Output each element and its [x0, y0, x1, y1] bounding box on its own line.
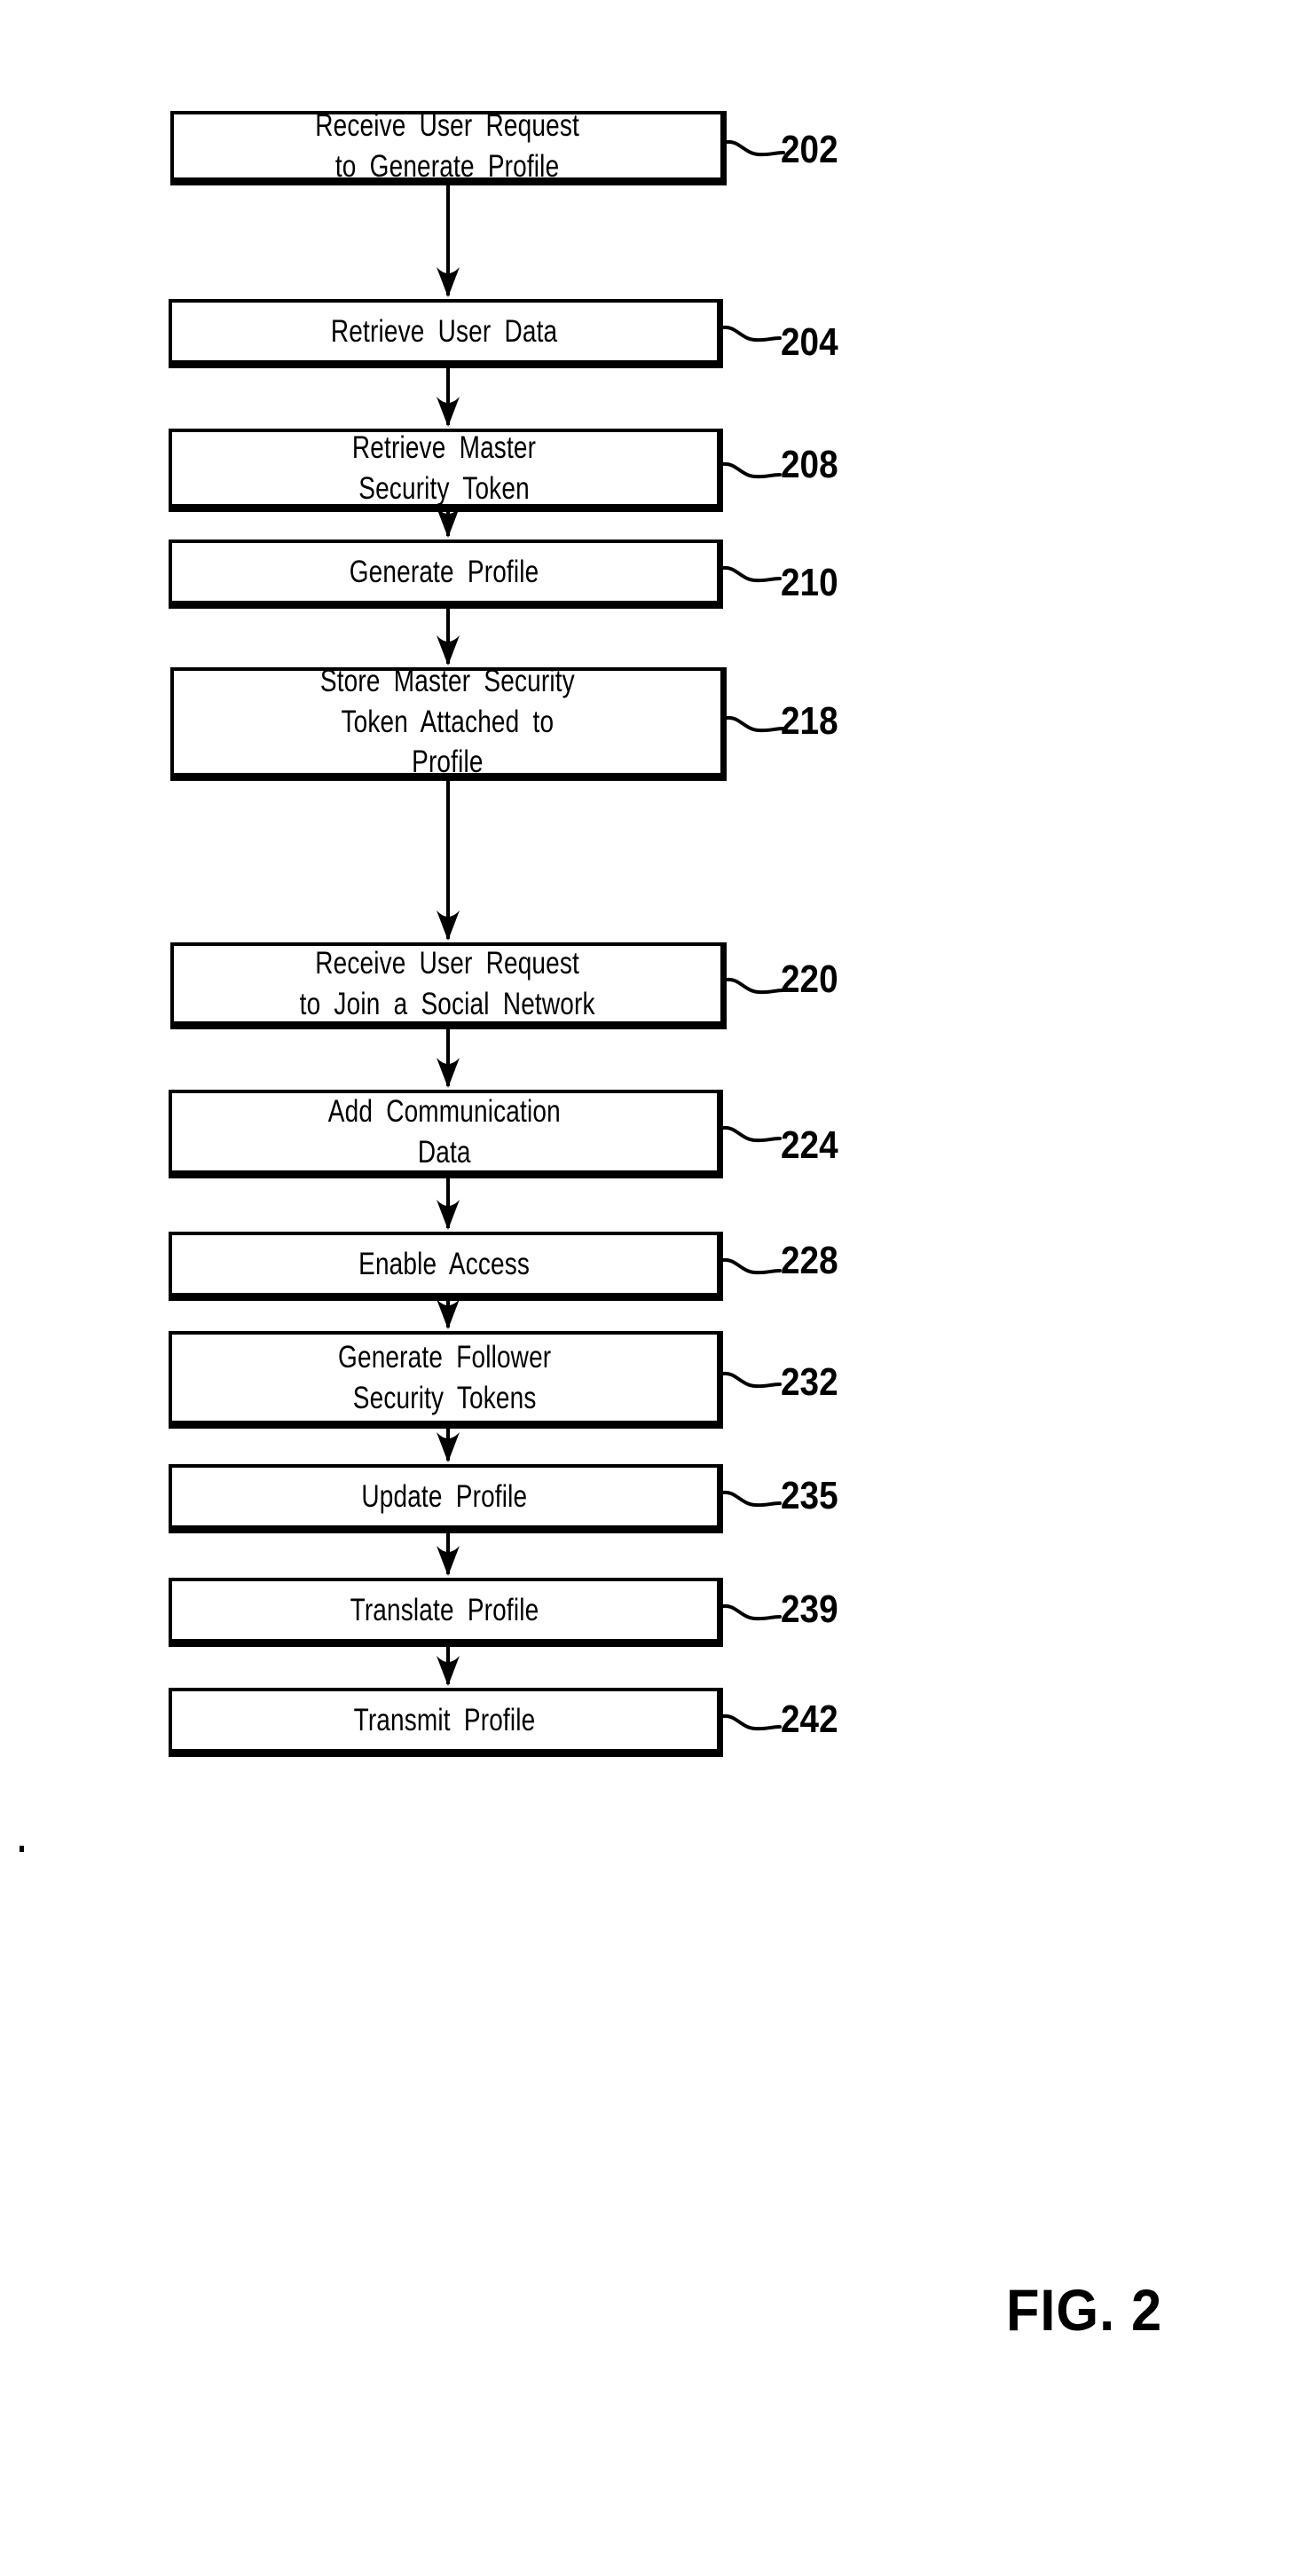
flow-arrow-220-to-224 [421, 1029, 475, 1090]
process-box-label: Receive User Request to Join a Social Ne… [299, 946, 595, 1021]
process-box-label: Store Master Security Token Attached to … [319, 664, 575, 780]
reference-numeral-228: 228 [781, 1239, 838, 1282]
process-box-label: Add Communication Data [327, 1094, 562, 1170]
flow-arrow-204-to-208 [421, 368, 475, 429]
process-box-202: Receive User Request to Generate Profile [170, 108, 727, 185]
reference-leader-232 [721, 1361, 783, 1398]
reference-leader-239 [721, 1594, 783, 1631]
flow-arrow-218-to-220 [421, 781, 475, 942]
process-box-235: Update Profile [169, 1464, 723, 1533]
process-box-label: Generate Follower Security Tokens [337, 1340, 552, 1415]
process-box-208: Retrieve Master Security Token [169, 429, 723, 512]
reference-numeral-242: 242 [781, 1698, 838, 1741]
process-box-210: Generate Profile [169, 540, 723, 609]
process-box-220: Receive User Request to Join a Social Ne… [170, 942, 727, 1029]
process-box-204: Retrieve User Data [169, 299, 723, 368]
process-box-label: Enable Access [358, 1246, 531, 1281]
flow-arrow-202-to-204 [421, 185, 475, 299]
process-box-228: Enable Access [169, 1232, 723, 1301]
process-box-239: Translate Profile [169, 1578, 723, 1647]
reference-leader-224 [721, 1115, 783, 1153]
process-box-label: Receive User Request to Generate Profile [315, 108, 579, 184]
reference-leader-235 [721, 1480, 783, 1517]
process-box-label: Translate Profile [350, 1592, 539, 1627]
reference-numeral-235: 235 [781, 1474, 838, 1517]
process-box-224: Add Communication Data [169, 1090, 723, 1178]
reference-leader-204 [721, 315, 783, 352]
reference-numeral-239: 239 [781, 1587, 838, 1631]
flow-arrow-210-to-218 [421, 609, 475, 667]
process-box-232: Generate Follower Security Tokens [169, 1331, 723, 1429]
process-box-label: Retrieve Master Security Token [352, 430, 537, 506]
reference-numeral-220: 220 [781, 957, 838, 1001]
scan-artifact-speck [20, 1846, 24, 1852]
reference-numeral-218: 218 [781, 699, 838, 743]
reference-numeral-204: 204 [781, 320, 838, 364]
process-box-label: Transmit Profile [353, 1702, 536, 1737]
reference-numeral-208: 208 [781, 443, 838, 486]
process-box-label: Update Profile [361, 1478, 528, 1514]
process-box-label: Retrieve User Data [331, 313, 558, 349]
reference-leader-228 [721, 1248, 783, 1285]
flow-arrow-232-to-235 [421, 1429, 475, 1464]
process-box-label: Generate Profile [350, 554, 539, 589]
figure-page: Receive User Request to Generate Profile… [0, 0, 1298, 2576]
flow-arrow-235-to-239 [421, 1533, 475, 1578]
flow-arrow-224-to-228 [421, 1178, 475, 1232]
reference-leader-242 [721, 1704, 783, 1741]
process-box-218: Store Master Security Token Attached to … [170, 664, 727, 781]
figure-caption: FIG. 2 [1006, 2277, 1163, 2343]
reference-numeral-232: 232 [781, 1360, 838, 1404]
reference-leader-208 [721, 452, 783, 489]
reference-leader-202 [725, 130, 787, 167]
reference-leader-220 [725, 967, 787, 1004]
flow-arrow-208-to-210 [421, 508, 475, 540]
process-box-242: Transmit Profile [169, 1688, 723, 1757]
reference-numeral-202: 202 [781, 128, 838, 171]
reference-leader-218 [725, 705, 787, 743]
flow-arrow-228-to-232 [421, 1299, 475, 1331]
reference-numeral-210: 210 [781, 561, 838, 604]
reference-numeral-224: 224 [781, 1123, 838, 1167]
reference-leader-210 [721, 555, 783, 593]
flow-arrow-239-to-242 [421, 1647, 475, 1688]
flowchart-canvas: Receive User Request to Generate Profile… [0, 0, 1298, 2576]
